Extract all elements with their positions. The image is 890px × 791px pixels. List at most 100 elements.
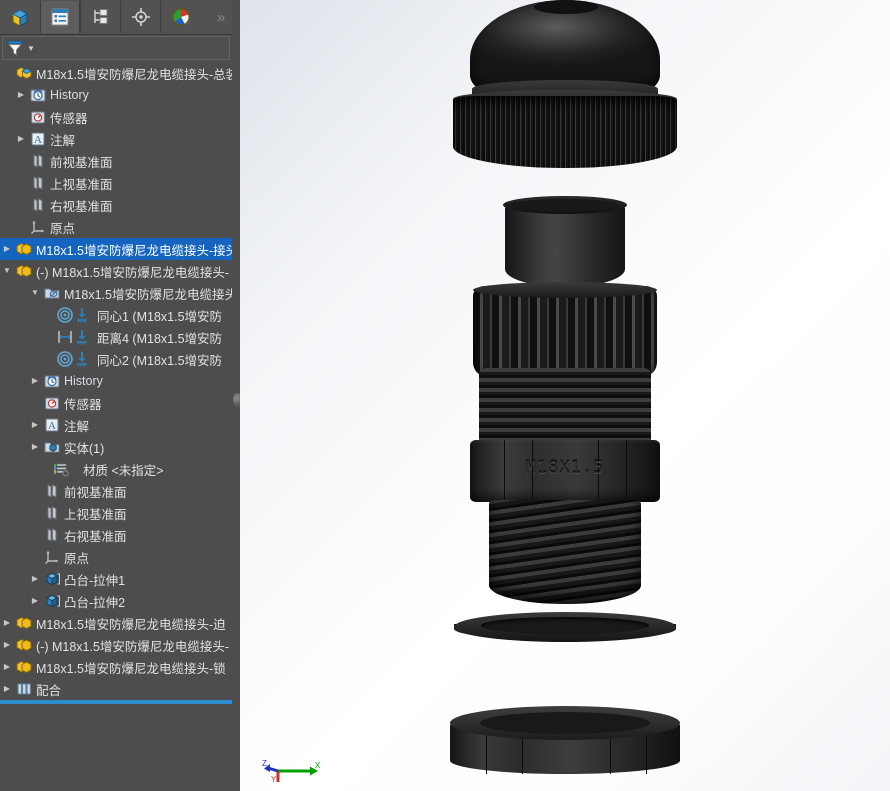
tree-item-sub-history[interactable]: ▶ History <box>0 370 234 392</box>
material-icon <box>42 460 80 478</box>
tree-item-sub-sensors[interactable]: ▶传感器 <box>0 392 234 414</box>
tab-dimxpert-manager[interactable] <box>120 1 160 33</box>
tree-item-label: M18x1.5增安防爆尼龙电缆接头-接头 <box>36 243 234 258</box>
solid-bodies-icon <box>42 438 61 456</box>
dome-opening <box>534 0 598 14</box>
tree-item-comp-2[interactable]: ▼ (-) M18x1.5增安防爆尼龙电缆接头- <box>0 260 234 282</box>
tree-item-sub-top-plane[interactable]: ▶上视基准面 <box>0 502 234 524</box>
tree-item-sub-front-plane[interactable]: ▶前视基准面 <box>0 480 234 502</box>
model-part-washer[interactable] <box>454 612 676 646</box>
tab-property-manager[interactable] <box>40 1 80 33</box>
part-icon <box>14 240 33 258</box>
model-part-sleeve[interactable] <box>503 196 627 296</box>
chevron-right-icon[interactable]: ▶ <box>28 421 42 429</box>
chevron-right-icon[interactable]: ▶ <box>0 685 14 693</box>
distance-mate-icon <box>56 328 94 346</box>
tree-item-label: M18x1.5增安防爆尼龙电缆接头-迫 <box>36 617 226 632</box>
annotation-icon: A <box>28 130 47 148</box>
triad-z-label: Z <box>262 759 267 768</box>
lower-thread <box>489 500 641 604</box>
tree-item-origin[interactable]: ▶原点 <box>0 216 234 238</box>
tree-item-comp-1[interactable]: ▶ M18x1.5增安防爆尼龙电缆接头-接头 <box>0 238 234 260</box>
chevron-right-icon[interactable]: ▶ <box>0 663 14 671</box>
model-part-lock-nut[interactable] <box>450 706 680 784</box>
tree-item-sensors[interactable]: ▶传感器 <box>0 106 234 128</box>
tab-feature-manager[interactable] <box>0 1 40 33</box>
boss-extrude-icon <box>42 570 61 588</box>
tree-item-top-plane[interactable]: ▶上视基准面 <box>0 172 234 194</box>
tree-item-mategroup[interactable]: ▼ M18x1.5增安防爆尼龙电缆接头 <box>0 282 234 304</box>
funnel-icon <box>7 40 23 56</box>
mates-folder-icon <box>14 680 33 698</box>
tree-item-mates-folder[interactable]: ▶ 配合 <box>0 678 234 700</box>
tree-item-right-plane[interactable]: ▶右视基准面 <box>0 194 234 216</box>
part-stamp-text: M18X1.5 <box>525 458 605 478</box>
graphics-area[interactable]: M18X1.5 X Y Z <box>240 0 890 791</box>
tree-item-sub-annotations[interactable]: ▶ A 注解 <box>0 414 234 436</box>
tree-item-comp-4[interactable]: ▶ (-) M18x1.5增安防爆尼龙电缆接头- <box>0 634 234 656</box>
model-part-threaded-body[interactable]: M18X1.5 <box>470 282 660 616</box>
tree-item-sub-right-plane[interactable]: ▶右视基准面 <box>0 524 234 546</box>
triad-y-label: Y <box>271 775 277 783</box>
tab-overflow-button[interactable]: » <box>208 1 234 33</box>
chevron-right-icon[interactable]: ▶ <box>28 443 42 451</box>
tree-item-label: M18x1.5增安防爆尼龙电缆接头 <box>64 287 234 302</box>
chevron-right-icon[interactable]: ▶ <box>0 641 14 649</box>
tree-filter-bar[interactable]: ▼ <box>2 36 230 60</box>
tree-item-label: 右视基准面 <box>64 529 127 544</box>
chevron-right-icon[interactable]: ▶ <box>14 135 28 143</box>
plane-icon <box>42 482 61 500</box>
tree-item-front-plane[interactable]: ▶前视基准面 <box>0 150 234 172</box>
tree-item-boss-extrude2[interactable]: ▶ 凸台-拉伸2 <box>0 590 234 612</box>
annotation-icon: A <box>42 416 61 434</box>
tree-item-boss-extrude1[interactable]: ▶ 凸台-拉伸1 <box>0 568 234 590</box>
chevron-right-icon[interactable]: ▶ <box>0 245 14 253</box>
tree-item-mate-concentric2[interactable]: ▶同心2 (M18x1.5增安防 <box>0 348 234 370</box>
chevron-down-icon[interactable]: ▼ <box>0 267 14 275</box>
tree-item-solid-bodies[interactable]: ▶ 实体(1) <box>0 436 234 458</box>
tab-configuration-manager[interactable] <box>80 1 120 33</box>
chevron-right-icon[interactable]: ▶ <box>0 619 14 627</box>
plane-icon <box>28 196 47 214</box>
tree-item-mate-distance4[interactable]: ▶距离4 (M18x1.5增安防 <box>0 326 234 348</box>
plane-icon <box>28 174 47 192</box>
tree-item-mate-concentric1[interactable]: ▶同心1 (M18x1.5增安防 <box>0 304 234 326</box>
origin-icon <box>28 218 47 236</box>
tree-item-label: 上视基准面 <box>50 177 113 192</box>
chevron-right-icon[interactable]: ▶ <box>28 377 42 385</box>
tree-item-comp-5[interactable]: ▶ M18x1.5增安防爆尼龙电缆接头-锁 <box>0 656 234 678</box>
rollback-bar[interactable] <box>0 700 232 704</box>
tree-item-label: (-) M18x1.5增安防爆尼龙电缆接头- <box>36 639 230 654</box>
sleeve-body <box>505 205 625 287</box>
chevron-down-icon[interactable]: ▼ <box>28 289 42 297</box>
tab-display-manager[interactable] <box>160 1 200 33</box>
feature-tree[interactable]: ▶M18x1.5增安防爆尼龙电缆接头-总装爆▶History▶传感器▶A注解▶前… <box>0 62 234 702</box>
tree-item-label: 注解 <box>50 133 76 148</box>
tree-item-sub-origin[interactable]: ▶原点 <box>0 546 234 568</box>
mate-folder-icon <box>42 284 61 302</box>
tree-item-label: M18x1.5增安防爆尼龙电缆接头-锁 <box>36 661 226 676</box>
tree-item-label: 配合 <box>36 683 62 698</box>
crown-top-face <box>473 282 657 298</box>
tree-item-root[interactable]: ▶M18x1.5增安防爆尼龙电缆接头-总装爆 <box>0 62 234 84</box>
tree-item-label: 凸台-拉伸1 <box>64 573 126 588</box>
triad-x-label: X <box>315 761 321 770</box>
tree-item-label: 注解 <box>64 419 90 434</box>
model-part-dome-cap[interactable] <box>452 0 678 172</box>
tree-item-annotations[interactable]: ▶ A 注解 <box>0 128 234 150</box>
sensor-icon <box>42 394 61 412</box>
tree-item-comp-3[interactable]: ▶ M18x1.5增安防爆尼龙电缆接头-迫 <box>0 612 234 634</box>
chevron-right-icon[interactable]: ▶ <box>14 91 28 99</box>
chevron-right-icon[interactable]: ▶ <box>28 575 42 583</box>
dimxpert-icon <box>131 8 150 26</box>
feature-manager-panel: » ▼ ▶M18x1.5增安防爆尼龙电缆接头-总装爆▶History▶传感器▶A… <box>0 0 234 791</box>
chevron-right-icon[interactable]: ▶ <box>28 597 42 605</box>
chevron-down-icon[interactable]: ▼ <box>27 44 35 53</box>
tree-item-history[interactable]: ▶ History <box>0 84 234 106</box>
tree-item-label: 上视基准面 <box>64 507 127 522</box>
plane-icon <box>28 152 47 170</box>
hex-flange: M18X1.5 <box>470 440 660 502</box>
tree-item-material[interactable]: ▶材质 <未指定> <box>0 458 234 480</box>
feature-tree-icon <box>11 9 29 27</box>
assembly-icon <box>14 64 33 82</box>
